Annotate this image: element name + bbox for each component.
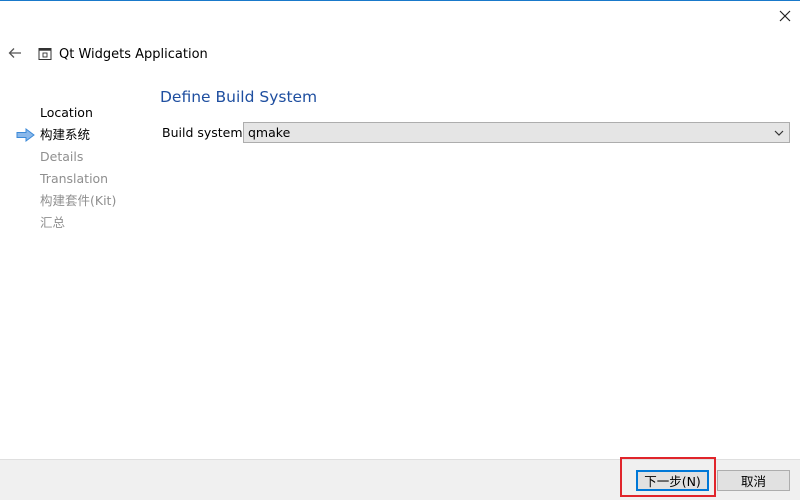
wizard-step-label: 汇总	[40, 215, 66, 230]
wizard-step-label: 构建套件(Kit)	[40, 193, 117, 208]
back-button[interactable]	[3, 42, 27, 64]
wizard-step-translation: Translation	[14, 168, 144, 190]
close-icon	[779, 10, 791, 22]
page-title: Define Build System	[160, 88, 318, 106]
cancel-button[interactable]: 取消	[717, 470, 790, 491]
wizard-step-summary: 汇总	[14, 212, 144, 234]
qt-app-icon	[37, 46, 53, 62]
window-top-border	[0, 0, 800, 1]
wizard-step-label: Translation	[40, 171, 109, 186]
wizard-step-build-system: 构建系统	[14, 124, 144, 146]
wizard-step-location: Location	[14, 102, 144, 124]
build-system-select[interactable]: qmake	[243, 122, 790, 143]
wizard-step-label: Details	[40, 149, 84, 164]
build-system-value: qmake	[248, 125, 291, 140]
window-title: Qt Widgets Application	[59, 46, 208, 62]
wizard-steps-list: Location 构建系统 Details Translation 构建套件(K…	[14, 102, 144, 234]
wizard-step-label: Location	[40, 105, 93, 120]
chevron-down-icon	[774, 130, 784, 136]
wizard-window: Qt Widgets Application Location 构建系统 Det…	[0, 0, 800, 500]
back-arrow-icon	[8, 48, 21, 58]
next-button-highlight	[620, 457, 716, 497]
build-system-label: Build system:	[162, 125, 247, 140]
window-title-row: Qt Widgets Application	[37, 45, 208, 63]
wizard-step-details: Details	[14, 146, 144, 168]
close-button[interactable]	[768, 2, 800, 30]
wizard-step-kits: 构建套件(Kit)	[14, 190, 144, 212]
right-arrow-icon	[16, 128, 35, 142]
wizard-step-label: 构建系统	[40, 127, 91, 142]
build-system-row: Build system: qmake	[162, 122, 790, 143]
